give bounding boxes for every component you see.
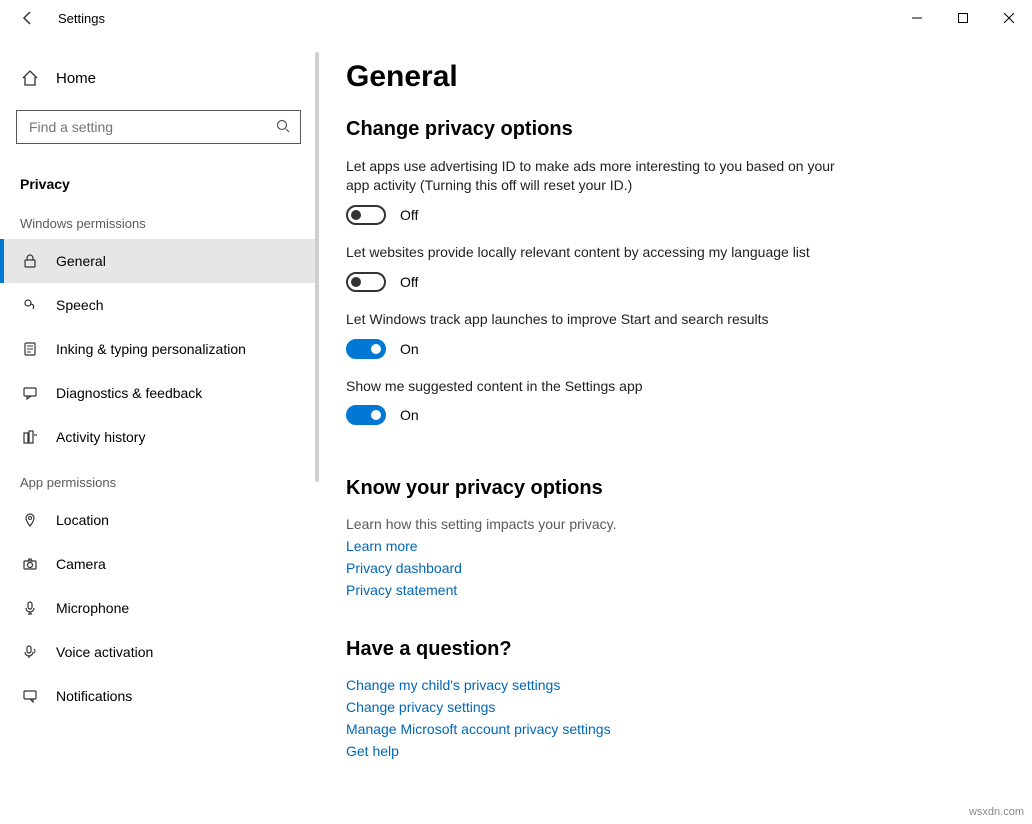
- nav-label: Microphone: [56, 600, 129, 616]
- feedback-icon: [20, 385, 40, 401]
- link-privacy-dashboard[interactable]: Privacy dashboard: [346, 560, 992, 576]
- watermark: wsxdn.com: [969, 806, 1024, 818]
- link-privacy-statement[interactable]: Privacy statement: [346, 582, 992, 598]
- home-label: Home: [56, 70, 96, 87]
- toggle-state-3: On: [400, 407, 419, 423]
- titlebar: Settings: [0, 0, 1032, 36]
- minimize-button[interactable]: [894, 2, 940, 34]
- nav-label: Notifications: [56, 688, 132, 704]
- link-child-privacy[interactable]: Change my child's privacy settings: [346, 677, 992, 693]
- location-icon: [20, 512, 40, 528]
- back-button[interactable]: [10, 0, 46, 36]
- nav-camera[interactable]: Camera: [0, 542, 317, 586]
- toggle-language-list[interactable]: [346, 272, 386, 292]
- nav-label: Voice activation: [56, 644, 153, 660]
- search-icon: [276, 119, 290, 136]
- sidebar: Home Privacy Windows permissions General: [0, 36, 318, 824]
- voice-icon: [20, 644, 40, 660]
- speech-icon: [20, 297, 40, 313]
- lock-icon: [20, 253, 40, 269]
- search-input[interactable]: [27, 118, 276, 136]
- close-icon: [1004, 13, 1014, 23]
- nav-label: General: [56, 253, 106, 269]
- arrow-left-icon: [20, 10, 36, 26]
- toggle-state-2: On: [400, 341, 419, 357]
- toggle-state-1: Off: [400, 274, 418, 290]
- nav-voice-activation[interactable]: Voice activation: [0, 630, 317, 674]
- nav-general[interactable]: General: [0, 239, 317, 283]
- home-icon: [20, 69, 40, 87]
- toggle-desc-2: Let Windows track app launches to improv…: [346, 310, 846, 329]
- home-button[interactable]: Home: [0, 56, 317, 100]
- section-app-permissions: App permissions: [0, 459, 317, 498]
- nav-location[interactable]: Location: [0, 498, 317, 542]
- question-header: Have a question?: [346, 638, 992, 661]
- link-change-privacy[interactable]: Change privacy settings: [346, 699, 992, 715]
- nav-diagnostics[interactable]: Diagnostics & feedback: [0, 371, 317, 415]
- link-manage-account-privacy[interactable]: Manage Microsoft account privacy setting…: [346, 721, 992, 737]
- nav-label: Inking & typing personalization: [56, 341, 246, 357]
- nav-label: Speech: [56, 297, 103, 313]
- nav-label: Location: [56, 512, 109, 528]
- search-box[interactable]: [16, 110, 301, 144]
- nav-activity-history[interactable]: Activity history: [0, 415, 317, 459]
- nav-label: Camera: [56, 556, 106, 572]
- nav-inking[interactable]: Inking & typing personalization: [0, 327, 317, 371]
- know-privacy-header: Know your privacy options: [346, 477, 992, 500]
- history-icon: [20, 429, 40, 445]
- notifications-icon: [20, 688, 40, 704]
- toggle-desc-0: Let apps use advertising ID to make ads …: [346, 157, 846, 195]
- nav-microphone[interactable]: Microphone: [0, 586, 317, 630]
- maximize-button[interactable]: [940, 2, 986, 34]
- page-title: General: [346, 60, 992, 94]
- close-button[interactable]: [986, 2, 1032, 34]
- minimize-icon: [912, 13, 922, 23]
- toggle-desc-1: Let websites provide locally relevant co…: [346, 243, 846, 262]
- know-privacy-desc: Learn how this setting impacts your priv…: [346, 516, 992, 532]
- microphone-icon: [20, 600, 40, 616]
- nav-speech[interactable]: Speech: [0, 283, 317, 327]
- link-get-help[interactable]: Get help: [346, 743, 992, 759]
- section-windows-permissions: Windows permissions: [0, 200, 317, 239]
- toggle-track-launches[interactable]: [346, 339, 386, 359]
- camera-icon: [20, 556, 40, 572]
- inking-icon: [20, 341, 40, 357]
- link-learn-more[interactable]: Learn more: [346, 538, 992, 554]
- privacy-header: Privacy: [0, 160, 317, 200]
- toggle-state-0: Off: [400, 207, 418, 223]
- nav-label: Activity history: [56, 429, 145, 445]
- toggle-advertising-id[interactable]: [346, 205, 386, 225]
- main-content: General Change privacy options Let apps …: [318, 36, 1032, 824]
- nav-notifications[interactable]: Notifications: [0, 674, 317, 718]
- toggle-desc-3: Show me suggested content in the Setting…: [346, 377, 846, 396]
- maximize-icon: [958, 13, 968, 23]
- privacy-options-header: Change privacy options: [346, 118, 992, 141]
- window-title: Settings: [58, 11, 105, 26]
- toggle-suggested-content[interactable]: [346, 405, 386, 425]
- nav-label: Diagnostics & feedback: [56, 385, 202, 401]
